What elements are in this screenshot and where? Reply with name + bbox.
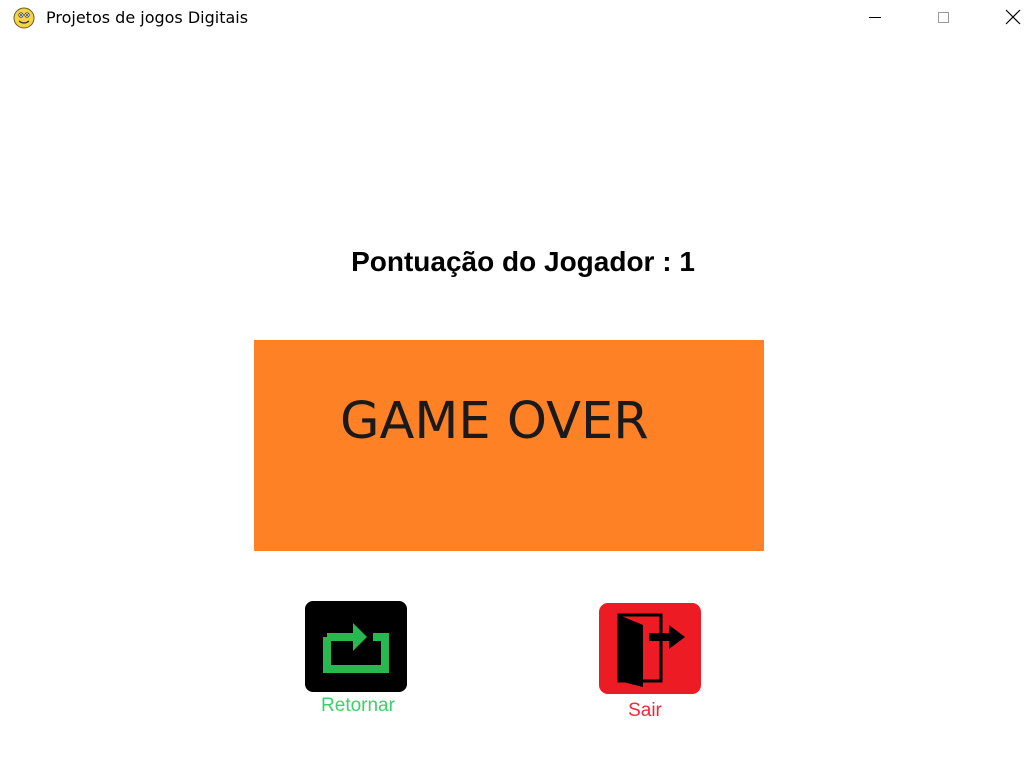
window-title: Projetos de jogos Digitais — [46, 8, 249, 27]
retry-button[interactable] — [305, 601, 407, 692]
maximize-icon — [937, 11, 949, 23]
close-icon — [1005, 9, 1021, 25]
maximize-button[interactable] — [920, 0, 966, 34]
player-score: Pontuação do Jogador : 1 — [351, 246, 695, 277]
title-bar[interactable]: Projetos de jogos Digitais — [0, 0, 1031, 36]
minimize-icon — [869, 16, 881, 18]
game-window: Projetos de jogos Digitais Pontuação do … — [0, 0, 1031, 784]
game-over-panel: GAME OVER — [254, 340, 764, 551]
exit-button[interactable] — [599, 603, 701, 694]
retry-label[interactable]: Retornar — [300, 695, 416, 717]
python-snake-icon — [13, 7, 35, 29]
game-over-title: GAME OVER — [340, 392, 649, 451]
exit-label[interactable]: Sair — [594, 700, 696, 722]
minimize-button[interactable] — [852, 0, 898, 34]
exit-door-icon — [599, 603, 701, 694]
repeat-arrow-icon — [305, 601, 407, 692]
close-button[interactable] — [990, 0, 1031, 34]
